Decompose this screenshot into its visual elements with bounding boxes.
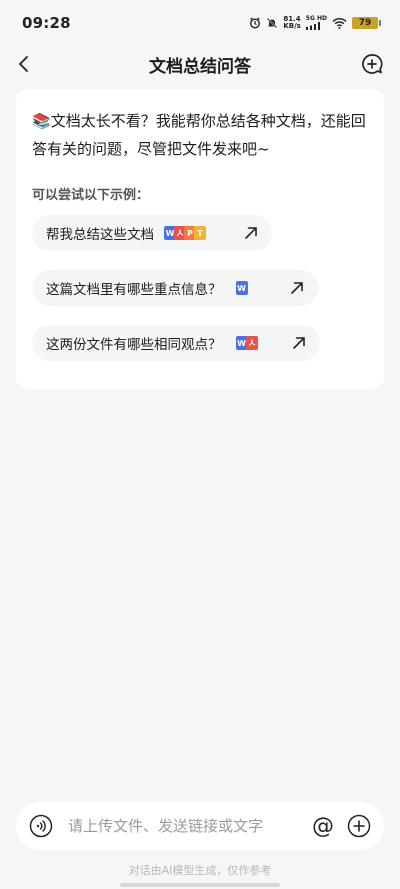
arrow-up-right-icon (290, 281, 304, 295)
header: 文档总结问答 (0, 46, 400, 82)
input-bar: @ (16, 802, 384, 850)
new-chat-icon (362, 54, 383, 74)
back-button[interactable] (10, 50, 38, 78)
net-speed: 81.4 KB/s (283, 16, 300, 30)
intro-card: 📚文档太长不看？我能帮你总结各种文档，还能回答有关的问题，尽管把文件发来吧~ 可… (16, 89, 384, 389)
add-attachment-button[interactable] (346, 813, 372, 839)
intro-message: 📚文档太长不看？我能帮你总结各种文档，还能回答有关的问题，尽管把文件发来吧~ (32, 107, 368, 163)
txt-file-icon: T (194, 226, 206, 240)
file-type-icons: W P T (164, 226, 206, 240)
example-key-points[interactable]: 这篇文档里有哪些重点信息？ W (32, 270, 318, 306)
wifi-icon (332, 17, 347, 29)
file-type-icons: W (235, 281, 248, 295)
page-title: 文档总结问答 (149, 56, 251, 77)
examples-label: 可以尝试以下示例： (32, 188, 150, 203)
battery-indicator: 79 (352, 17, 381, 29)
example-text: 这篇文档里有哪些重点信息？ (46, 282, 222, 298)
new-chat-button[interactable] (358, 50, 386, 78)
message-input[interactable] (68, 817, 310, 835)
voice-input-button[interactable] (28, 813, 54, 839)
voice-icon (29, 814, 53, 838)
status-time: 09:28 (22, 14, 71, 32)
status-bar: 09:28 81.4 KB/s 5G HD 79 (0, 0, 400, 46)
cell-signal: 5G HD (305, 16, 327, 30)
example-common-views[interactable]: 这两份文件有哪些相同观点？ W (32, 325, 320, 361)
home-indicator[interactable] (120, 883, 280, 887)
word-file-icon: W (235, 281, 248, 295)
file-type-icons: W (235, 336, 258, 350)
examples-list: 帮我总结这些文档 W P T 这篇文档里有哪些重点信息？ W 这两份文件有哪些相… (32, 215, 368, 361)
books-emoji: 📚 (32, 112, 51, 130)
example-summarize-docs[interactable]: 帮我总结这些文档 W P T (32, 215, 272, 251)
net-speed-unit: KB/s (283, 22, 301, 30)
intro-text: 文档太长不看？我能帮你总结各种文档，还能回答有关的问题，尽管把文件发来吧~ (32, 112, 366, 158)
signal-bars-icon (305, 22, 320, 30)
alarm-icon (249, 17, 261, 29)
plus-circle-icon (347, 814, 371, 838)
at-icon: @ (312, 813, 334, 839)
mention-button[interactable]: @ (310, 813, 336, 839)
status-icons: 81.4 KB/s 5G HD 79 (249, 16, 381, 30)
chevron-left-icon (19, 56, 28, 72)
mute-bell-icon (266, 17, 278, 29)
ai-disclaimer: 对话由AI模型生成，仅作参考 (128, 864, 272, 877)
example-text: 帮我总结这些文档 (46, 227, 154, 243)
arrow-up-right-icon (244, 226, 258, 240)
example-text: 这两份文件有哪些相同观点？ (46, 337, 222, 353)
arrow-up-right-icon (292, 336, 306, 350)
pdf-file-icon (245, 336, 258, 350)
